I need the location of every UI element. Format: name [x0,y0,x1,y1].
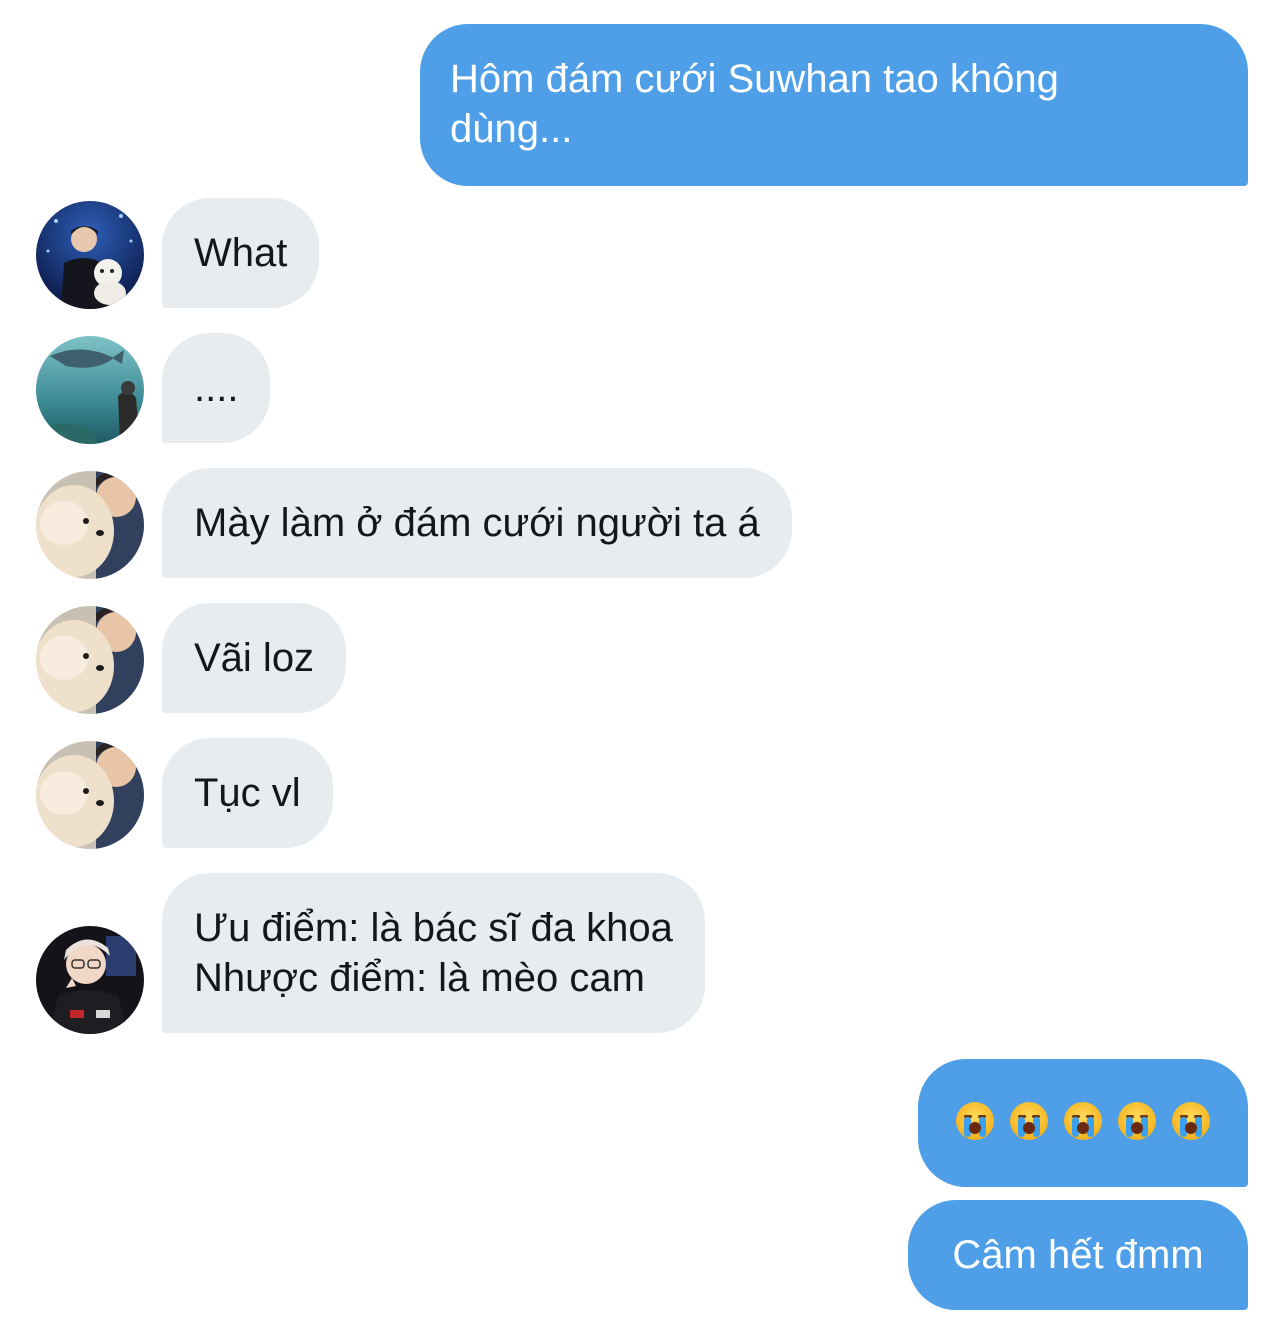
sender-avatar[interactable] [36,471,144,579]
sent-message-bubble[interactable]: Hôm đám cưới Suwhan tao không dùng... [420,24,1248,186]
message-text-line: Ưu điểm: là bác sĩ đa khoa [194,906,673,950]
loudly-crying-face-icon [956,1102,994,1140]
avatar-photo [36,926,144,1034]
loudly-crying-face-icon [1118,1102,1156,1140]
loudly-crying-face-icon [1172,1102,1210,1140]
avatar-photo [36,606,144,714]
avatar-photo [36,336,144,444]
received-message-bubble[interactable]: Vãi loz [162,603,347,713]
received-message-bubble[interactable]: What [162,198,320,308]
avatar-photo [36,201,144,309]
avatar-photo [36,741,144,849]
sent-message-bubble[interactable]: Câm hết đmm [908,1200,1248,1310]
loudly-crying-face-icon [1010,1102,1048,1140]
received-message-bubble[interactable]: Ưu điểm: là bác sĩ đa khoa Nhược điểm: l… [162,873,705,1033]
message-text: Mày làm ở đám cưới người ta á [194,501,760,545]
message-text-line: Nhược điểm: là mèo cam [194,956,645,1000]
sent-message-bubble[interactable] [918,1059,1248,1187]
received-message-bubble[interactable]: Mày làm ở đám cưới người ta á [162,468,792,578]
message-text: .... [194,366,239,410]
sender-avatar[interactable] [36,201,144,309]
message-text: What [194,231,288,275]
message-text: Tục vl [194,771,301,815]
sender-avatar[interactable] [36,336,144,444]
loudly-crying-face-icon [1064,1102,1102,1140]
sender-avatar[interactable] [36,926,144,1034]
received-message-bubble[interactable]: Tục vl [162,738,333,848]
message-text-line: Hôm đám cưới Suwhan tao không [450,57,1059,101]
message-text: Câm hết đmm [952,1233,1204,1277]
sender-avatar[interactable] [36,741,144,849]
avatar-photo [36,471,144,579]
received-message-bubble[interactable]: .... [162,333,271,443]
sender-avatar[interactable] [36,606,144,714]
message-text-line: dùng... [450,107,573,151]
message-text: Vãi loz [194,636,315,680]
emoji-row [918,1102,1248,1140]
